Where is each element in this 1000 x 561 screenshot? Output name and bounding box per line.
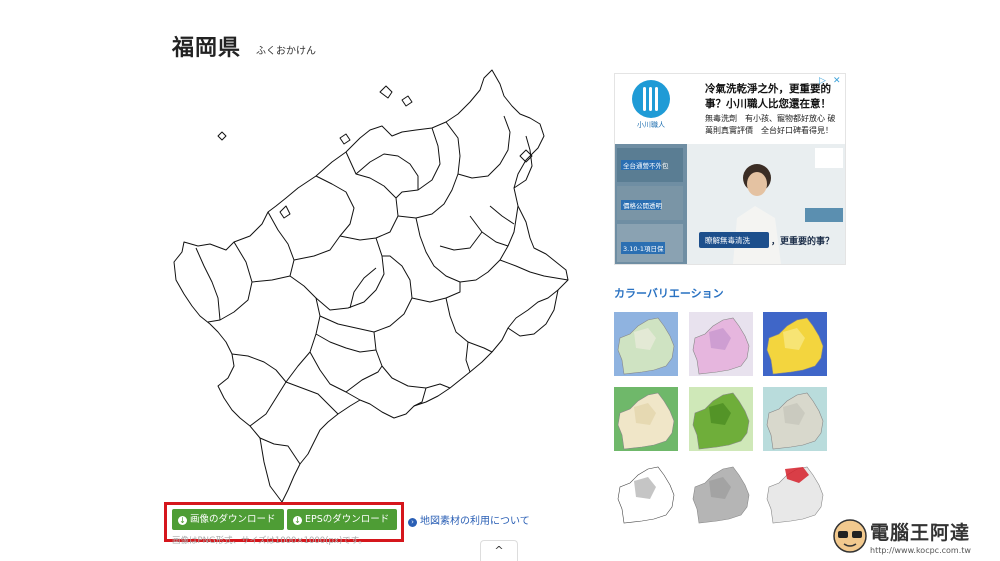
waves-icon bbox=[632, 80, 670, 118]
download-image-button[interactable]: ↓ 画像のダウンロード bbox=[172, 509, 284, 530]
sponsored-ad[interactable]: 小川職人 冷氣洗乾淨之外，更重要的事？小川職人比您還在意！ 無毒洗劑 有小孩、寵… bbox=[614, 73, 846, 265]
variation-outline-white-thumbnail[interactable] bbox=[614, 461, 678, 525]
mascot-icon bbox=[833, 519, 867, 553]
download-image-label: 画像のダウンロード bbox=[190, 514, 276, 525]
download-arrow-icon: ↓ bbox=[293, 516, 302, 525]
watermark-name: 電腦王阿達 bbox=[870, 522, 971, 544]
map-outline bbox=[173, 69, 569, 503]
download-eps-label: EPSのダウンロード bbox=[305, 514, 390, 525]
ad-tag-1: 全台通營不外包 bbox=[623, 161, 669, 170]
ad-cta[interactable]: 瞭解無毒清洗 bbox=[705, 235, 750, 245]
ad-tail: ，更重要的事？ bbox=[771, 235, 834, 247]
variation-pink-purple-thumbnail[interactable] bbox=[689, 312, 753, 376]
color-variation-heading: カラーバリエーション bbox=[614, 287, 724, 300]
variation-kyushu-red-thumbnail[interactable] bbox=[763, 461, 827, 525]
ad-headline[interactable]: 冷氣洗乾淨之外，更重要的事？小川職人比您還在意！ bbox=[705, 82, 833, 112]
variation-pastel-blue-thumbnail[interactable] bbox=[614, 312, 678, 376]
variation-green-tan-thumbnail[interactable] bbox=[614, 387, 678, 451]
watermark-url: http://www.kocpc.com.tw bbox=[870, 546, 971, 555]
variation-yellow-blue-thumbnail[interactable] bbox=[763, 312, 827, 376]
ad-brand-logo: 小川職人 bbox=[619, 80, 683, 136]
page-title: 福岡県 bbox=[172, 36, 242, 61]
ad-body-text: 無毒洗劑 有小孩、寵物都好放心 破萬則真實評價 全台好口碑看得見！ bbox=[705, 114, 836, 135]
ad-brand-name: 小川職人 bbox=[637, 121, 665, 129]
arrow-right-icon: › bbox=[408, 518, 417, 527]
variation-gray-teal-thumbnail[interactable] bbox=[763, 387, 827, 451]
usage-link-label: 地図素材の利用について bbox=[420, 516, 530, 527]
ad-image[interactable]: 全台通營不外包 價格公開透明 3.10-1項日保 瞭解無毒清洗 ，更重要的事？ bbox=[615, 144, 845, 264]
download-eps-button[interactable]: ↓ EPSのダウンロード bbox=[287, 509, 398, 530]
prefecture-map[interactable] bbox=[170, 66, 610, 506]
ad-text-area[interactable]: 小川職人 冷氣洗乾淨之外，更重要的事？小川職人比您還在意！ 無毒洗劑 有小孩、寵… bbox=[615, 74, 845, 140]
ad-tag-3: 3.10-1項日保 bbox=[623, 244, 664, 253]
download-arrow-icon: ↓ bbox=[178, 516, 187, 525]
format-note: 画像はPNG形式、サイズは1000×1000(px)です。 bbox=[172, 536, 367, 546]
variation-gray-solid-thumbnail[interactable] bbox=[689, 461, 753, 525]
usage-link[interactable]: › 地図素材の利用について bbox=[408, 512, 530, 527]
adchoices-icon[interactable]: ▷ bbox=[819, 76, 826, 86]
close-icon[interactable]: ✕ bbox=[833, 76, 841, 86]
variation-green-dark-thumbnail[interactable] bbox=[689, 387, 753, 451]
watermark-logo: 電腦王阿達 http://www.kocpc.com.tw bbox=[832, 514, 1000, 560]
page-title-reading: ふくおかけん bbox=[256, 46, 316, 57]
ad-tag-2: 價格公開透明 bbox=[623, 201, 663, 210]
chevron-up-icon: ^ bbox=[494, 544, 504, 557]
scroll-top-button[interactable]: ^ bbox=[480, 540, 518, 561]
